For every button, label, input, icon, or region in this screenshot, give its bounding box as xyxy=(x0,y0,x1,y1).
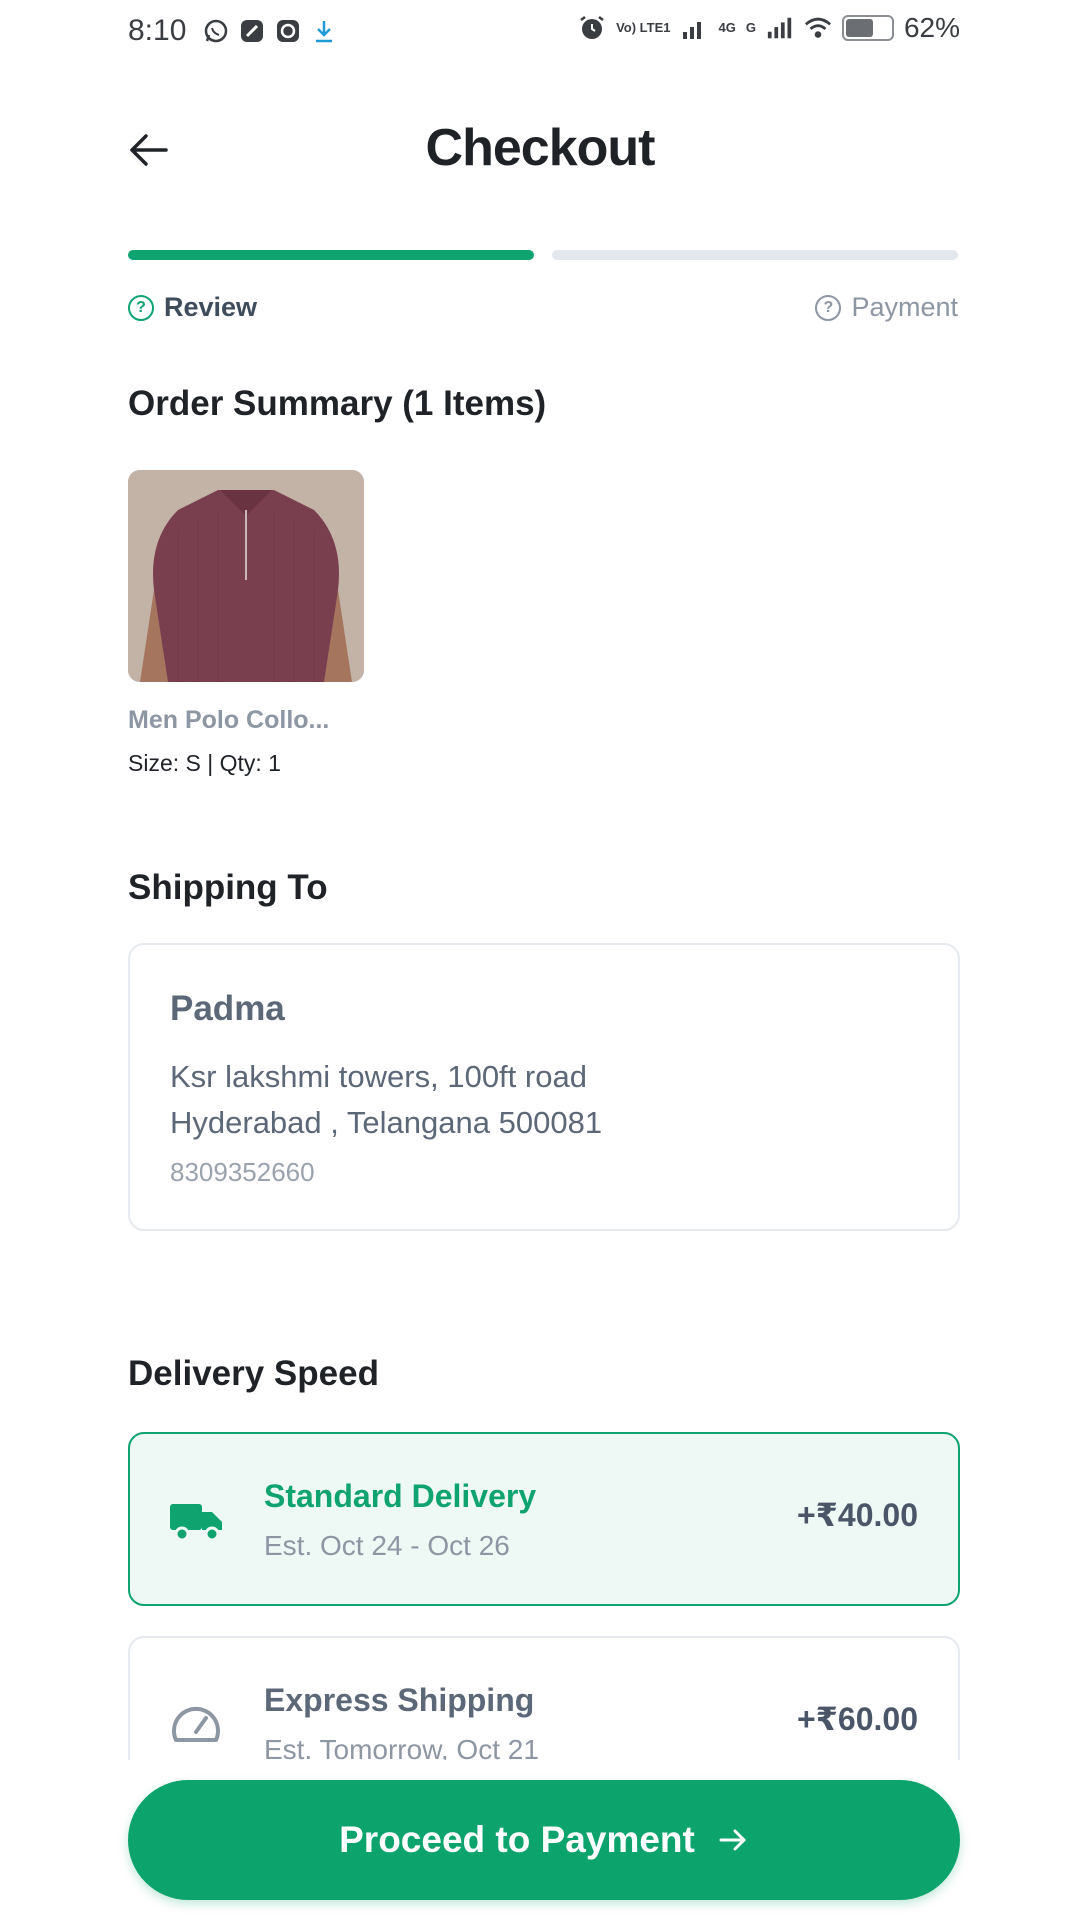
delivery-option-price: +₹40.00 xyxy=(796,1497,918,1533)
camera-app-icon xyxy=(274,17,302,45)
product-meta: Size: S | Qty: 1 xyxy=(128,750,281,776)
download-icon xyxy=(310,17,338,45)
status-left-icons xyxy=(202,17,338,45)
truck-icon xyxy=(170,1504,222,1542)
volte-label: Vo) LTE1 xyxy=(616,20,671,35)
shipping-title: Shipping To xyxy=(128,868,328,907)
help-circle-icon: ? xyxy=(815,294,842,321)
speedometer-icon xyxy=(172,1706,220,1742)
proceed-to-payment-button[interactable]: Proceed to Payment xyxy=(128,1780,960,1900)
proceed-button-label: Proceed to Payment xyxy=(339,1819,695,1860)
signal-icon-2 xyxy=(766,14,794,42)
order-summary-title: Order Summary (1 Items) xyxy=(128,384,547,423)
network-4g-label: 4G xyxy=(718,20,736,35)
delivery-option-price: +₹60.00 xyxy=(796,1701,918,1737)
delivery-speed-title: Delivery Speed xyxy=(128,1354,379,1393)
wifi-icon xyxy=(804,14,832,42)
product-image[interactable] xyxy=(128,470,364,682)
step-payment[interactable]: ? Payment xyxy=(815,292,958,323)
whatsapp-icon xyxy=(202,17,230,45)
status-time: 8:10 xyxy=(128,14,187,47)
status-right-icons: Vo) LTE1 4G G 62% xyxy=(578,12,960,44)
progress-step-payment-bar xyxy=(552,250,958,260)
step-payment-label: Payment xyxy=(851,292,958,322)
network-g-label: G xyxy=(745,20,756,35)
address-line-2: Hyderabad , Telangana 500081 xyxy=(170,1105,603,1140)
delivery-option-name: Standard Delivery xyxy=(264,1478,537,1514)
progress-step-review-bar xyxy=(128,250,534,260)
help-circle-icon: ? xyxy=(128,294,154,321)
signal-icon xyxy=(680,14,708,42)
shipping-address-card[interactable]: Padma Ksr lakshmi towers, 100ft road Hyd… xyxy=(128,943,960,1231)
arrow-right-icon xyxy=(719,1829,746,1851)
delivery-option-estimate: Est. Oct 24 - Oct 26 xyxy=(264,1530,510,1561)
alarm-icon xyxy=(578,14,606,42)
page-title: Checkout xyxy=(425,119,656,177)
recipient-phone: 8309352660 xyxy=(170,1157,315,1187)
battery-percent: 62% xyxy=(903,12,960,43)
product-name: Men Polo Collo... xyxy=(128,706,330,734)
delivery-option-name: Express Shipping xyxy=(264,1682,535,1718)
battery-icon xyxy=(841,15,894,41)
address-line-1: Ksr lakshmi towers, 100ft road xyxy=(170,1059,587,1094)
app-icon xyxy=(238,17,266,45)
delivery-option-standard[interactable]: Standard Delivery Est. Oct 24 - Oct 26 +… xyxy=(128,1432,960,1606)
step-review-label: Review xyxy=(164,292,258,322)
status-bar: 8:10 Vo) LTE1 4G G 62% xyxy=(0,0,1080,64)
recipient-name: Padma xyxy=(170,989,285,1028)
step-review[interactable]: ? Review xyxy=(128,292,257,323)
